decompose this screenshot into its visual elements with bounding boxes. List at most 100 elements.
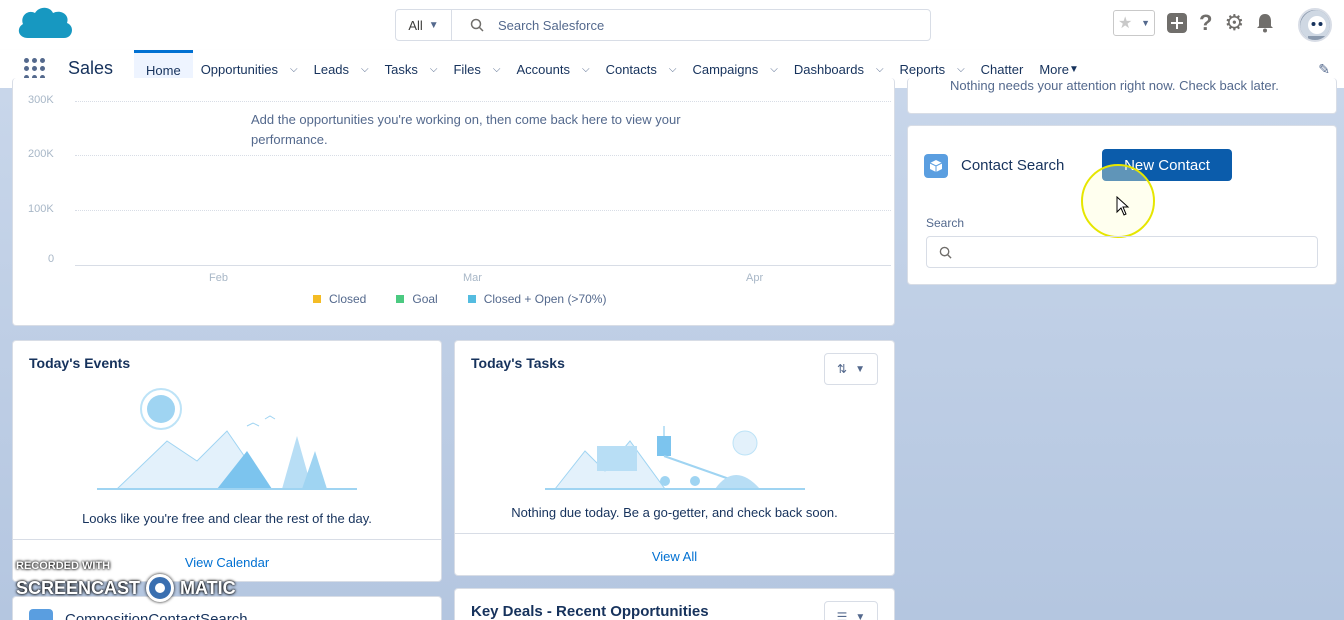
chevron-down-icon[interactable]: ⌵ bbox=[770, 64, 778, 75]
search-field-label: Search bbox=[926, 216, 965, 230]
events-empty-message: Looks like you're free and clear the res… bbox=[82, 511, 372, 526]
tab-label: Contacts bbox=[605, 61, 657, 77]
tab-label: Files bbox=[453, 61, 481, 77]
favorites-button[interactable]: ★ ▼ bbox=[1113, 10, 1155, 36]
todays-events-card: Today's Events Looks like you're free an… bbox=[12, 340, 442, 582]
task-sort-button[interactable]: ⇅ ▼ bbox=[824, 353, 878, 385]
card-title: CompositionContactSearch bbox=[65, 611, 248, 620]
watermark-line2: SCREENCAST MATIC bbox=[16, 574, 236, 602]
cube-icon bbox=[29, 609, 53, 620]
watermark-text: SCREENCAST bbox=[16, 577, 141, 598]
divider bbox=[13, 539, 441, 540]
tab-label: Tasks bbox=[384, 61, 418, 77]
user-avatar[interactable] bbox=[1298, 8, 1332, 42]
key-deals-filter-button[interactable]: ☰ ▼ bbox=[824, 601, 878, 620]
x-tick: Mar bbox=[463, 272, 482, 284]
legend-label: Closed + Open (>70%) bbox=[483, 292, 607, 306]
chevron-down-icon[interactable]: ⌵ bbox=[290, 64, 298, 75]
astro-avatar-icon bbox=[1300, 10, 1330, 40]
tab-label: Dashboards bbox=[793, 61, 864, 77]
legend-item-closed: Closed bbox=[313, 292, 366, 306]
legend-item-closed-open: Closed + Open (>70%) bbox=[467, 292, 607, 306]
cube-icon bbox=[924, 154, 948, 178]
watermark-text: MATIC bbox=[180, 577, 236, 598]
setup-gear-icon[interactable]: ⚙ bbox=[1224, 10, 1244, 36]
screencast-logo-icon bbox=[146, 574, 175, 602]
view-all-tasks-link[interactable]: View All bbox=[455, 549, 894, 564]
chevron-down-icon[interactable]: ⌵ bbox=[493, 64, 501, 75]
y-tick: 300K bbox=[28, 94, 54, 106]
header-utility-icons: ★ ▼ ? ⚙ bbox=[1113, 10, 1274, 36]
search-scope-dropdown[interactable]: All ▼ bbox=[396, 10, 452, 40]
list-icon: ☰ bbox=[836, 610, 848, 620]
watermark-line1: RECORDED WITH bbox=[16, 560, 111, 572]
global-search: All ▼ Search Salesforce bbox=[395, 9, 931, 41]
global-actions-plus-icon[interactable] bbox=[1167, 13, 1187, 33]
chevron-down-icon[interactable]: ⌵ bbox=[957, 64, 965, 75]
assistant-message: Nothing needs your attention right now. … bbox=[950, 78, 1279, 93]
y-tick: 0 bbox=[48, 253, 55, 265]
caret-down-icon: ▼ bbox=[855, 363, 865, 375]
tab-label: Leads bbox=[313, 61, 350, 77]
tab-label: Opportunities bbox=[200, 61, 279, 77]
global-header: All ▼ Search Salesforce ★ ▼ ? ⚙ bbox=[0, 0, 1344, 50]
app-name: Sales bbox=[68, 58, 114, 78]
caret-down-icon: ▼ bbox=[1068, 63, 1079, 75]
edit-nav-pencil-icon[interactable]: ✎ bbox=[1318, 61, 1330, 78]
x-tick: Apr bbox=[746, 272, 764, 284]
tab-label: Home bbox=[146, 63, 181, 78]
caret-down-icon: ▼ bbox=[855, 611, 866, 620]
legend-swatch bbox=[396, 295, 405, 303]
chevron-down-icon: ▼ bbox=[428, 19, 439, 31]
home-page-body: 300K 200K 100K 0 Feb Mar Apr Add the opp… bbox=[0, 78, 1344, 620]
divider bbox=[455, 533, 894, 534]
gridline bbox=[75, 265, 891, 266]
contact-search-input[interactable] bbox=[926, 236, 1318, 268]
y-tick: 100K bbox=[28, 203, 54, 215]
chevron-down-icon[interactable]: ⌵ bbox=[361, 64, 369, 75]
legend-label: Goal bbox=[412, 292, 438, 306]
legend-item-goal: Goal bbox=[396, 292, 438, 306]
search-placeholder: Search Salesforce bbox=[498, 17, 605, 33]
help-icon[interactable]: ? bbox=[1199, 10, 1212, 36]
gridline bbox=[75, 210, 891, 211]
card-title: Today's Events bbox=[29, 355, 131, 371]
search-input[interactable]: Search Salesforce bbox=[452, 10, 930, 40]
tab-label: Reports bbox=[899, 61, 946, 77]
notifications-bell-icon[interactable] bbox=[1256, 13, 1274, 33]
tasks-empty-message: Nothing due today. Be a go-getter, and c… bbox=[511, 505, 838, 520]
app-launcher-icon[interactable] bbox=[24, 58, 46, 80]
tab-label: Accounts bbox=[516, 61, 570, 77]
legend-label: Closed bbox=[329, 292, 367, 306]
camping-illustration bbox=[97, 388, 357, 490]
search-icon bbox=[939, 246, 952, 259]
mouse-cursor-icon bbox=[1116, 196, 1130, 216]
performance-chart-card: 300K 200K 100K 0 Feb Mar Apr Add the opp… bbox=[12, 78, 895, 326]
legend-swatch bbox=[467, 295, 476, 303]
star-icon: ★ bbox=[1118, 15, 1133, 32]
search-scope-label: All bbox=[408, 17, 423, 33]
chevron-down-icon: ▼ bbox=[1141, 18, 1150, 28]
tab-label: Campaigns bbox=[692, 61, 759, 77]
x-tick: Feb bbox=[209, 272, 228, 284]
search-icon bbox=[470, 18, 484, 32]
sort-icon: ⇅ bbox=[837, 362, 848, 376]
chart-empty-message: Add the opportunities you're working on,… bbox=[251, 110, 731, 150]
y-tick: 200K bbox=[28, 148, 54, 160]
chevron-down-icon[interactable]: ⌵ bbox=[430, 64, 438, 75]
gridline bbox=[75, 101, 891, 102]
card-title: Contact Search bbox=[961, 157, 1065, 174]
legend-swatch bbox=[313, 295, 321, 303]
card-title: Key Deals - Recent Opportunities bbox=[471, 603, 709, 620]
chevron-down-icon[interactable]: ⌵ bbox=[582, 64, 590, 75]
todays-tasks-card: Today's Tasks ⇅ ▼ Nothing due today. Be a… bbox=[454, 340, 895, 576]
chart-legend: Closed Goal Closed + Open (>70%) bbox=[313, 292, 606, 306]
contact-search-card: Contact Search New Contact Search bbox=[907, 125, 1337, 285]
tab-label: More bbox=[1039, 61, 1069, 77]
chevron-down-icon[interactable]: ⌵ bbox=[876, 64, 884, 75]
tab-label: Chatter bbox=[980, 61, 1024, 77]
chevron-down-icon[interactable]: ⌵ bbox=[669, 64, 677, 75]
assistant-card: Nothing needs your attention right now. … bbox=[907, 78, 1337, 114]
screencast-watermark: RECORDED WITH SCREENCAST MATIC bbox=[16, 560, 236, 602]
salesforce-logo[interactable] bbox=[14, 4, 76, 46]
